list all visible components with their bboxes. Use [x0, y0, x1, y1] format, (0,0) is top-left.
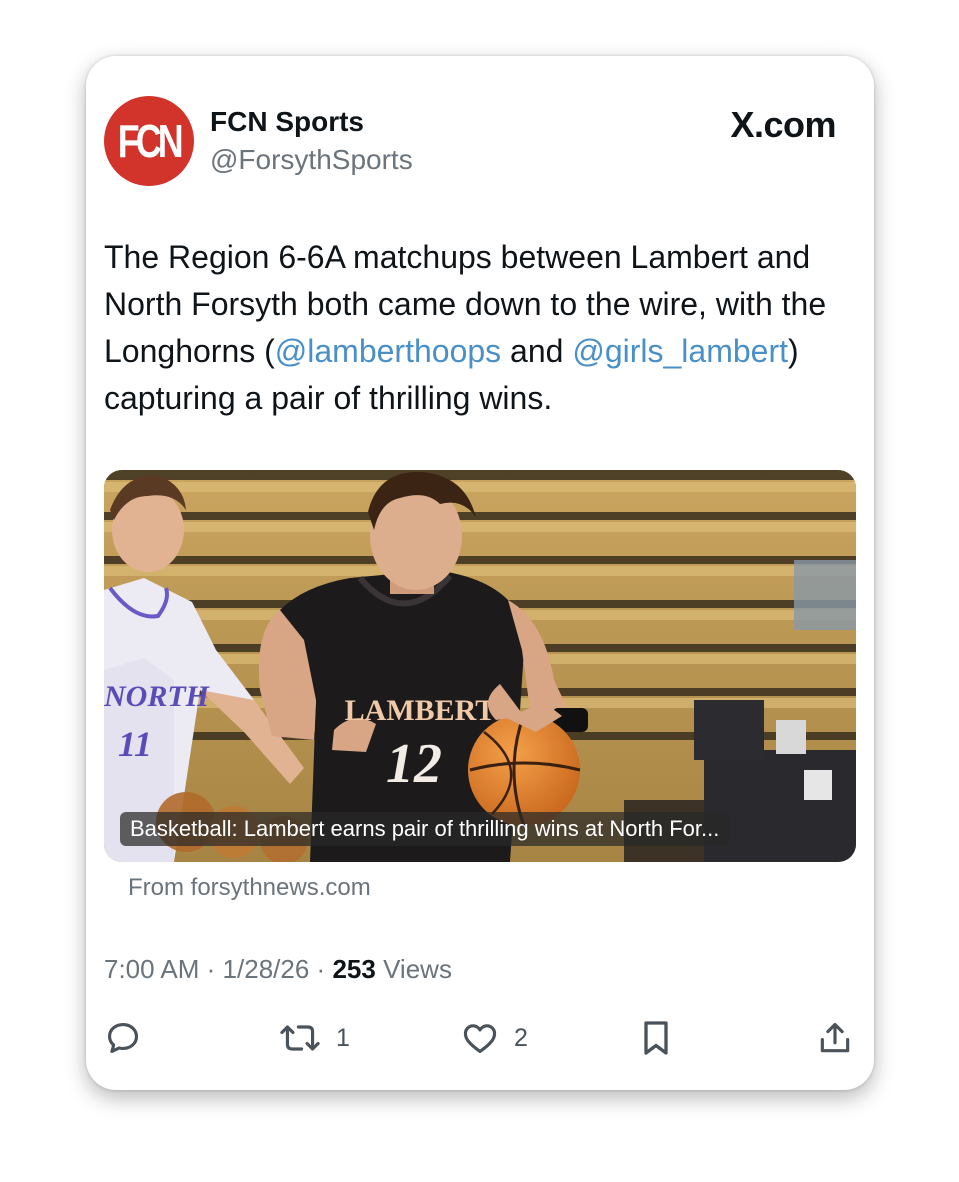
jersey-front-text: LAMBERT — [345, 694, 496, 727]
jersey-side-number: 11 — [118, 724, 152, 764]
jersey-front-number: 12 — [386, 733, 442, 795]
retweet-button[interactable]: 1 — [278, 1016, 350, 1060]
like-button[interactable]: 2 — [460, 1016, 528, 1060]
jersey-side-text: NORTH — [104, 680, 211, 713]
author-name[interactable]: FCN Sports — [210, 106, 364, 138]
like-count: 2 — [514, 1023, 528, 1052]
tweet-text-part: and — [501, 333, 573, 369]
link-source[interactable]: From forsythnews.com — [128, 874, 371, 902]
basketball-icon — [468, 714, 580, 826]
avatar-logo-text: FCN — [117, 115, 184, 167]
separator: · — [206, 954, 216, 984]
share-button[interactable] — [816, 1016, 854, 1060]
x-logo[interactable]: X.com — [730, 104, 836, 146]
mention-link[interactable]: @lamberthoops — [275, 333, 501, 369]
tweet-card: FCN FCN Sports @ForsythSports X.com The … — [86, 56, 874, 1090]
tweet-time[interactable]: 7:00 AM — [104, 954, 199, 984]
share-icon — [820, 1022, 850, 1053]
author-handle[interactable]: @ForsythSports — [210, 144, 413, 176]
tweet-date[interactable]: 1/28/26 — [223, 954, 310, 984]
tweet-text: The Region 6-6A matchups between Lambert… — [104, 234, 864, 422]
heart-icon — [463, 1024, 497, 1054]
basketball-photo: NORTH 11 LAMBERT 12 — [104, 470, 856, 862]
reply-icon — [107, 1022, 139, 1054]
retweet-count: 1 — [336, 1023, 350, 1052]
link-preview-title[interactable]: Basketball: Lambert earns pair of thrill… — [120, 812, 730, 846]
bookmark-icon — [644, 1021, 668, 1055]
mention-link[interactable]: @girls_lambert — [572, 333, 788, 369]
bookmark-button[interactable] — [638, 1016, 674, 1060]
views-label: Views — [383, 954, 452, 984]
retweet-icon — [280, 1025, 320, 1051]
action-bar: 1 2 — [104, 1016, 856, 1060]
views-count: 253 — [332, 954, 376, 984]
reply-button[interactable] — [104, 1016, 142, 1060]
avatar[interactable]: FCN — [104, 96, 194, 186]
tweet-meta: 7:00 AM · 1/28/26 · 253 Views — [104, 954, 452, 985]
separator: · — [316, 954, 326, 984]
link-preview-image[interactable]: NORTH 11 LAMBERT 12 Basketball: Lambert … — [104, 470, 856, 862]
